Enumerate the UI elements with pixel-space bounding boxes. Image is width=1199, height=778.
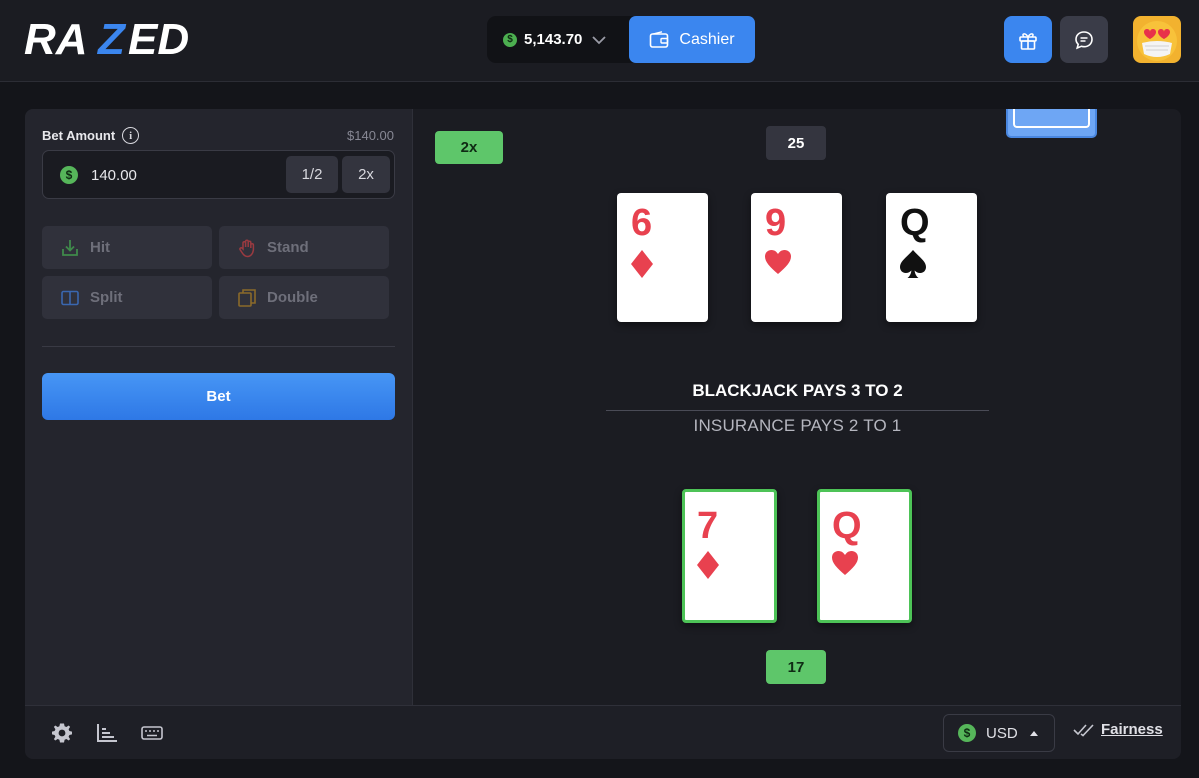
split-button[interactable]: Split: [42, 276, 212, 319]
double-check-icon: [1073, 723, 1094, 737]
bet-amount-field: $ 1/2 2x: [42, 150, 395, 199]
stand-label: Stand: [267, 239, 309, 256]
stand-button[interactable]: Stand: [219, 226, 389, 269]
dollar-coin-icon: $: [60, 166, 78, 184]
chevron-down-icon: [592, 35, 607, 44]
gear-icon[interactable]: [50, 722, 74, 744]
dealer-total-badge: 25: [766, 126, 826, 160]
wallet-icon: [650, 30, 669, 48]
spade-suit-icon: [900, 250, 926, 278]
diamond-suit-icon: [631, 250, 653, 278]
dealer-card-2: 9: [751, 193, 842, 322]
card-rank: Q: [832, 505, 862, 547]
dealer-card-1: 6: [617, 193, 708, 322]
currency-label: USD: [986, 724, 1018, 742]
double-bet-button[interactable]: 2x: [342, 156, 390, 193]
keyboard-icon[interactable]: [140, 722, 164, 744]
user-avatar[interactable]: [1133, 16, 1181, 63]
divider: [42, 346, 395, 347]
heart-suit-icon: [832, 551, 858, 575]
dealer-card-3: Q: [886, 193, 977, 322]
hit-label: Hit: [90, 239, 110, 256]
bet-amount-input[interactable]: [91, 161, 271, 189]
diamond-suit-icon: [697, 551, 719, 579]
blackjack-payout-rule: BLACKJACK PAYS 3 TO 2: [692, 381, 903, 400]
fairness-label: Fairness: [1101, 721, 1163, 738]
split-icon: [61, 290, 79, 305]
balance-amount: 5,143.70: [524, 31, 583, 48]
game-footer: $ USD Fairness: [25, 705, 1181, 759]
player-card-2: Q: [817, 489, 912, 623]
bar-chart-icon[interactable]: [95, 722, 119, 744]
split-label: Split: [90, 289, 123, 306]
bet-button[interactable]: Bet: [42, 373, 395, 420]
double-label: Double: [267, 289, 318, 306]
payout-multiplier-badge: 2x: [435, 131, 503, 164]
insurance-payout-rule: INSURANCE PAYS 2 TO 1: [693, 416, 902, 435]
double-button[interactable]: Double: [219, 276, 389, 319]
card-rank: Q: [900, 202, 930, 244]
bet-amount-heading: Bet Amount i: [42, 127, 140, 144]
balance-selector[interactable]: $ 5,143.70: [503, 16, 607, 63]
rules-divider: [606, 410, 989, 411]
fairness-link[interactable]: Fairness: [1073, 721, 1163, 738]
chat-bubble-icon: [1075, 30, 1093, 49]
svg-text:RA: RA: [24, 16, 88, 60]
double-icon: [238, 288, 256, 307]
player-card-1: 7: [682, 489, 777, 623]
half-bet-button[interactable]: 1/2: [286, 156, 338, 193]
hit-icon: [62, 239, 78, 256]
hit-button[interactable]: Hit: [42, 226, 212, 269]
svg-text:Z: Z: [96, 16, 127, 60]
card-rank: 6: [631, 202, 653, 244]
wallet-widget: $ 5,143.70 Cashier: [487, 16, 755, 63]
top-bar: RA Z ED $ 5,143.70 Cashier: [0, 0, 1199, 82]
currency-selector[interactable]: $ USD: [943, 714, 1055, 752]
card-shoe: [1006, 109, 1097, 138]
chat-button[interactable]: [1060, 16, 1108, 63]
card-rank: 7: [697, 505, 719, 547]
heart-suit-icon: [765, 250, 791, 274]
razed-logo[interactable]: RA Z ED: [24, 15, 240, 64]
svg-text:ED: ED: [128, 16, 189, 60]
dollar-coin-icon: $: [958, 724, 976, 742]
bet-panel: Bet Amount i $140.00 $ 1/2 2x Hit Stand …: [25, 109, 413, 705]
hand-icon: [239, 239, 255, 257]
cashier-button[interactable]: Cashier: [629, 16, 755, 63]
gift-icon: [1019, 32, 1037, 50]
card-rank: 9: [765, 202, 787, 244]
cashier-label: Cashier: [679, 30, 735, 48]
bet-amount-label: Bet Amount: [42, 128, 116, 143]
player-total-badge: 17: [766, 650, 826, 684]
bet-amount-usd: $140.00: [347, 128, 394, 143]
game-container: Bet Amount i $140.00 $ 1/2 2x Hit Stand …: [25, 109, 1181, 759]
dollar-coin-icon: $: [503, 32, 517, 47]
info-icon[interactable]: i: [122, 127, 140, 144]
caret-up-icon: [1029, 730, 1038, 736]
rewards-button[interactable]: [1004, 16, 1052, 63]
card-shoe-inner: [1013, 109, 1090, 128]
